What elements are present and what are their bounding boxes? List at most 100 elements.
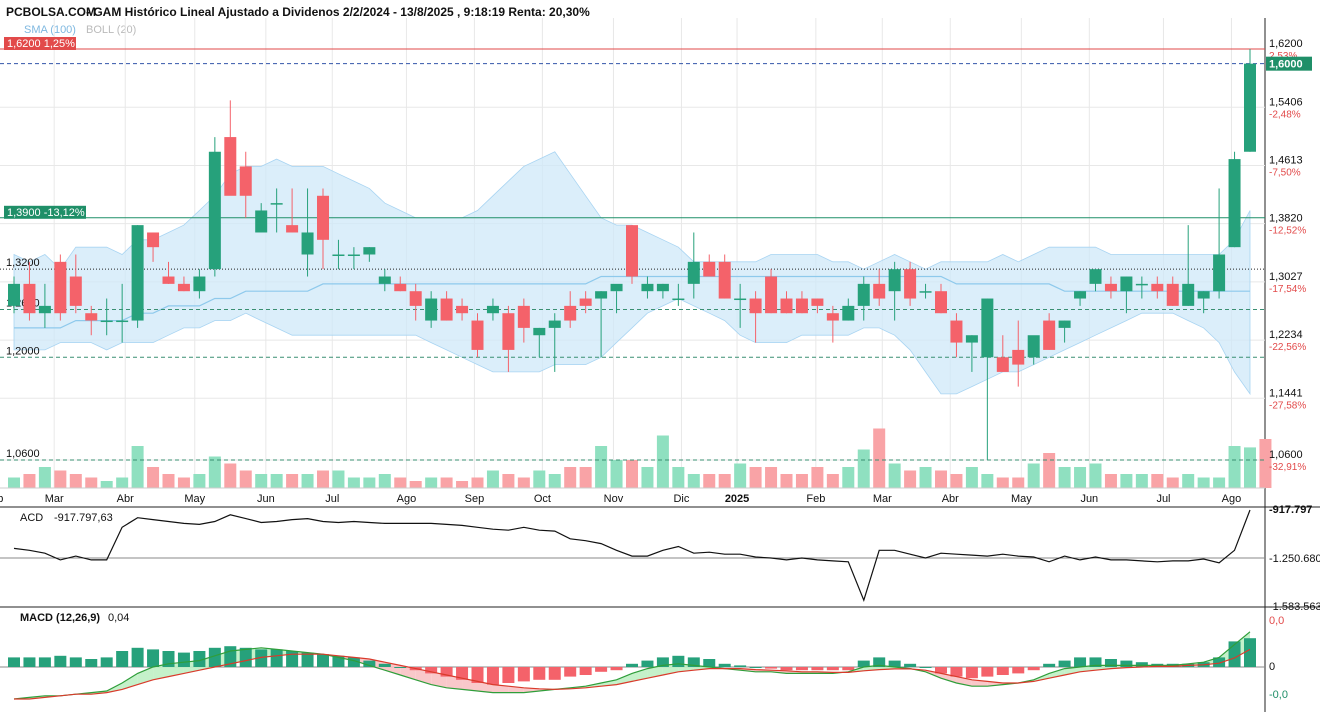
last-price-label: 1,6000	[1269, 59, 1303, 71]
candle-body	[826, 313, 839, 321]
volume-bar	[533, 470, 546, 488]
macd-hist-bar	[69, 657, 82, 667]
candle-body	[208, 151, 221, 270]
volume-bar	[1197, 477, 1210, 488]
volume-bar	[69, 474, 82, 488]
volume-bar	[1151, 474, 1164, 488]
macd-hist-bar	[641, 660, 654, 667]
macd-hist-bar	[1043, 663, 1056, 667]
acd-top-label: -917.797	[1269, 504, 1312, 516]
month-label: Ago	[1222, 493, 1242, 505]
macd-hist-bar	[394, 667, 407, 668]
candle-body	[811, 298, 824, 306]
volume-bar	[286, 474, 299, 488]
candle-body	[579, 298, 592, 306]
candle-body	[1228, 159, 1241, 248]
acd-bottom-label: -1.583.563	[1269, 601, 1320, 613]
macd-hist-bar	[564, 667, 577, 677]
volume-bar	[1228, 446, 1241, 488]
candle-body	[1012, 349, 1025, 365]
candle-body	[1182, 283, 1195, 306]
candle-body	[734, 298, 747, 301]
site-name: PCBOLSA.COM	[6, 5, 96, 19]
price-axis: 1,62002,53%1,5406-2,48%1,4613-7,50%1,382…	[1266, 38, 1312, 473]
candle-body	[610, 283, 623, 292]
volume-bar	[409, 481, 422, 488]
macd-hist-bar	[378, 663, 391, 667]
volume-bar	[1166, 477, 1179, 488]
candle-body	[378, 276, 391, 284]
price-pct-label: -12,52%	[1269, 226, 1306, 237]
macd-hist-bar	[533, 667, 546, 680]
candle-body	[672, 298, 685, 301]
candle-body	[394, 283, 407, 292]
month-label: Jul	[1156, 493, 1170, 505]
candle-body	[1027, 335, 1040, 358]
month-label: Jun	[257, 493, 275, 505]
volume-bar	[548, 474, 561, 488]
volume-bar	[842, 467, 855, 488]
volume-bar	[378, 474, 391, 488]
volume-bar	[100, 481, 113, 488]
volume-bar	[54, 470, 67, 488]
macd-hist-bar	[734, 665, 747, 667]
volume-bar	[177, 477, 190, 488]
candle-body	[347, 254, 360, 256]
acd-line	[13, 509, 1251, 602]
volume-bars	[8, 428, 1272, 488]
candle-body	[69, 276, 82, 306]
candle-body	[255, 210, 268, 233]
volume-bar	[610, 460, 623, 488]
candle-body	[626, 225, 638, 277]
volume-bar	[626, 460, 638, 488]
volume-bar	[1058, 467, 1071, 488]
candle-body	[116, 320, 129, 323]
price-tick-label: 1,3820	[1269, 213, 1303, 225]
volume-bar	[363, 477, 376, 488]
macd-hist-bar	[1074, 657, 1087, 667]
candle-body	[1043, 320, 1056, 350]
candle-body	[23, 283, 36, 314]
sma-legend: SMA (100)	[24, 24, 76, 36]
candle-body	[904, 269, 917, 299]
volume-bar	[965, 467, 978, 488]
acd-axis-label: -1.250.680	[1269, 553, 1320, 565]
month-label: Abr	[117, 493, 134, 505]
macd-hist-bar	[795, 667, 808, 671]
candle-body	[54, 261, 67, 314]
candle-body	[38, 305, 51, 314]
candle-body	[440, 298, 453, 321]
macd-hist-bar	[981, 667, 994, 677]
volume-bar	[981, 474, 994, 488]
volume-bar	[811, 467, 824, 488]
candle-body	[595, 291, 608, 299]
volume-bar	[595, 446, 608, 488]
candle-body	[301, 232, 314, 255]
volume-bar	[1244, 447, 1256, 488]
volume-bar	[38, 467, 51, 488]
macd-hist-bar	[765, 667, 778, 669]
volume-bar	[873, 428, 886, 488]
macd-hist-bar	[147, 649, 160, 667]
macd-mid-label: 0	[1269, 661, 1275, 673]
boll-legend: BOLL (20)	[86, 24, 136, 36]
price-tick-label: 1,0600	[1269, 449, 1303, 461]
candle-body	[533, 327, 546, 336]
candle-body	[641, 283, 654, 292]
volume-bar	[1182, 474, 1195, 488]
price-tick-label: 1,1441	[1269, 387, 1303, 399]
price-tick-label: 1,5406	[1269, 96, 1303, 108]
candle-body	[224, 137, 237, 196]
candle-body	[718, 261, 731, 299]
volume-bar	[347, 477, 360, 488]
candle-body	[765, 276, 778, 314]
price-tick-label: 1,2234	[1269, 329, 1303, 341]
stock-chart: PCBOLSA.COM - GAM Histórico Lineal Ajust…	[0, 5, 1320, 712]
candle-body	[332, 254, 345, 256]
candle-body	[873, 283, 886, 299]
macd-hist-bar	[842, 667, 855, 671]
macd-hist-bar	[579, 667, 592, 675]
volume-bar	[317, 470, 329, 488]
acd-panel	[0, 509, 1265, 602]
candle-body	[548, 320, 561, 328]
